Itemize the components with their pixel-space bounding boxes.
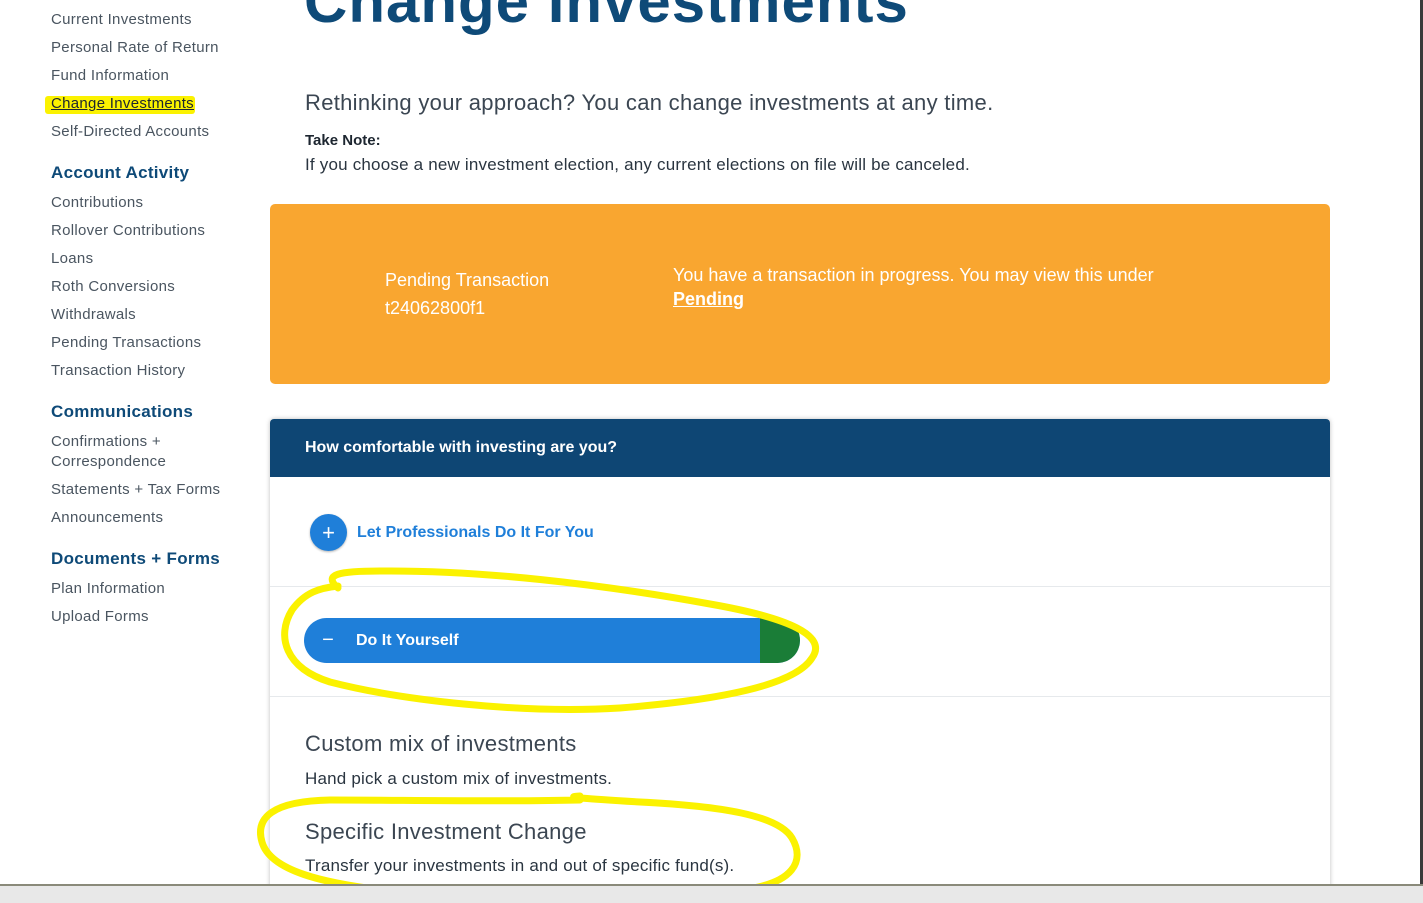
let-professionals-button[interactable]: + Let Professionals Do It For You (310, 514, 594, 551)
pending-link[interactable]: Pending (673, 289, 744, 309)
page: Current Investments Personal Rate of Ret… (0, 0, 1423, 903)
nav-heading-communications: Communications (51, 402, 194, 421)
custom-mix-desc: Hand pick a custom mix of investments. (305, 769, 613, 788)
nav-group-communications: Confirmations + Correspondence Statement… (51, 432, 251, 528)
nav-rollover-contributions[interactable]: Rollover Contributions (51, 221, 251, 241)
button-edge-shade (760, 618, 800, 663)
alert-message: You have a transaction in progress. You … (673, 263, 1154, 311)
nav-roth-conversions[interactable]: Roth Conversions (51, 277, 251, 297)
sidebar-nav: Current Investments Personal Rate of Ret… (51, 10, 251, 635)
alert-title: Pending Transaction t24062800f1 (385, 266, 549, 322)
specific-investment-change-desc: Transfer your investments in and out of … (305, 856, 735, 875)
nav-upload-forms[interactable]: Upload Forms (51, 607, 251, 627)
nav-group-documents-forms: Plan Information Upload Forms (51, 579, 251, 627)
nav-statements-tax-forms[interactable]: Statements + Tax Forms (51, 480, 251, 500)
nav-announcements[interactable]: Announcements (51, 508, 251, 528)
nav-current-investments[interactable]: Current Investments (51, 10, 251, 30)
page-subtitle: Rethinking your approach? You can change… (305, 90, 994, 115)
take-note-label: Take Note: (305, 132, 381, 149)
option-do-it-yourself: − Do It Yourself (270, 587, 1330, 697)
option-professionals: + Let Professionals Do It For You (270, 477, 1330, 587)
panel-heading: How comfortable with investing are you? (270, 419, 1330, 477)
alert-message-text: You have a transaction in progress. You … (673, 265, 1154, 285)
nav-heading-account-activity: Account Activity (51, 163, 190, 182)
nav-plan-information[interactable]: Plan Information (51, 579, 251, 599)
nav-fund-information[interactable]: Fund Information (51, 66, 251, 86)
plus-icon: + (310, 514, 347, 551)
let-professionals-label: Let Professionals Do It For You (357, 523, 594, 541)
take-note-text: If you choose a new investment election,… (305, 155, 970, 174)
nav-self-directed-accounts[interactable]: Self-Directed Accounts (51, 122, 251, 142)
taskbar-strip (0, 884, 1423, 903)
nav-personal-rate-of-return[interactable]: Personal Rate of Return (51, 38, 251, 58)
custom-mix-title[interactable]: Custom mix of investments (305, 731, 577, 757)
do-it-yourself-button[interactable]: − Do It Yourself (304, 618, 800, 663)
do-it-yourself-label: Do It Yourself (356, 631, 459, 649)
alert-transaction-id: t24062800f1 (385, 298, 486, 318)
nav-group-investments: Current Investments Personal Rate of Ret… (51, 10, 251, 142)
nav-pending-transactions[interactable]: Pending Transactions (51, 333, 251, 353)
nav-group-account-activity: Contributions Rollover Contributions Loa… (51, 193, 251, 381)
page-title: Change Investments (304, 0, 909, 35)
nav-confirmations-correspondence[interactable]: Confirmations + Correspondence (51, 432, 191, 472)
pending-transaction-alert: Pending Transaction t24062800f1 You have… (270, 204, 1330, 384)
nav-withdrawals[interactable]: Withdrawals (51, 305, 251, 325)
minus-icon: − (322, 629, 334, 651)
alert-title-label: Pending Transaction (385, 270, 550, 290)
nav-change-investments[interactable]: Change Investments (51, 94, 251, 114)
nav-contributions[interactable]: Contributions (51, 193, 251, 213)
nav-transaction-history[interactable]: Transaction History (51, 361, 251, 381)
investing-comfort-panel: How comfortable with investing are you? … (270, 419, 1330, 903)
nav-heading-documents-forms: Documents + Forms (51, 549, 220, 568)
specific-investment-change-title[interactable]: Specific Investment Change (305, 819, 587, 845)
nav-loans[interactable]: Loans (51, 249, 251, 269)
